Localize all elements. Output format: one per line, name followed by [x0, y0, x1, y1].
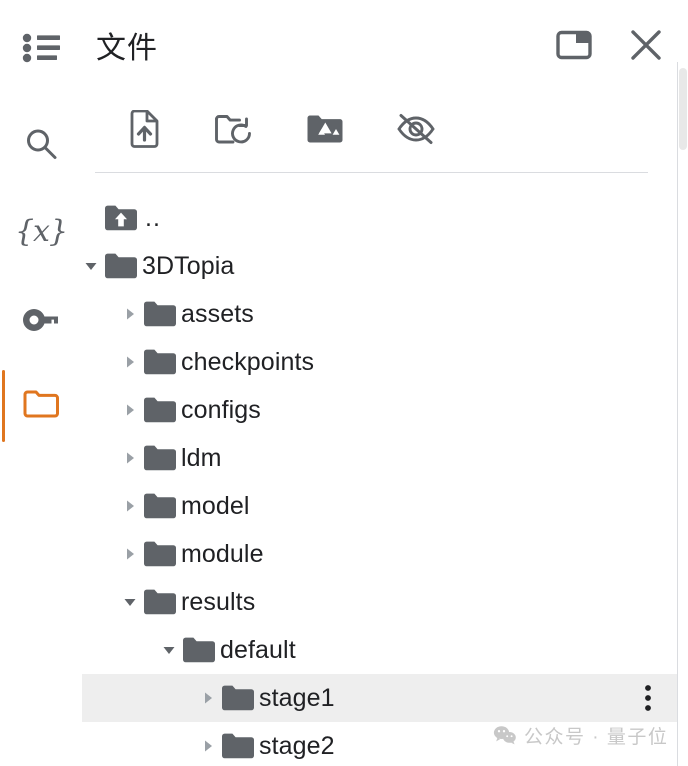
tree-row-ldm[interactable]: ldm: [80, 434, 678, 482]
tree-indent-spacer: [80, 626, 158, 674]
eye-off-icon: [396, 113, 436, 150]
key-icon: [22, 306, 60, 334]
tree-indent-spacer: [80, 290, 119, 338]
folder-icon: [102, 242, 140, 290]
tree-row-results[interactable]: results: [80, 578, 678, 626]
tree-row-label: checkpoints: [179, 347, 314, 377]
tree-row-label: default: [218, 635, 296, 665]
upload-file-button[interactable]: [116, 103, 172, 159]
tree-indent-spacer: [80, 386, 119, 434]
tree-row-checkpoints[interactable]: checkpoints: [80, 338, 678, 386]
tree-indent-spacer: [80, 530, 119, 578]
tree-row-label: ..: [140, 203, 161, 233]
tree-row-label: model: [179, 491, 250, 521]
folder-icon: [141, 578, 179, 626]
list-bullet-icon: [22, 33, 60, 63]
file-toolbar: [95, 103, 648, 159]
tree-row-label: assets: [179, 299, 254, 329]
tree-row-default[interactable]: default: [80, 626, 678, 674]
panel-right-divider: [677, 62, 678, 766]
braces-x-icon: {x}: [15, 217, 67, 247]
chevron-down-icon[interactable]: [119, 578, 141, 626]
chevron-right-icon[interactable]: [119, 482, 141, 530]
folder-refresh-icon: [214, 112, 254, 151]
file-tree: .. 3DTopia assets checkpoints configs ldm mode…: [0, 190, 678, 766]
folder-icon: [141, 290, 179, 338]
folder-icon: [180, 626, 218, 674]
toggle-hidden-files-button[interactable]: [388, 103, 444, 159]
tree-row-module[interactable]: module: [80, 530, 678, 578]
tree-row-label: configs: [179, 395, 261, 425]
tree-row-stage1[interactable]: stage1: [80, 674, 678, 722]
chevron-down-icon[interactable]: [158, 626, 180, 674]
folder-icon: [141, 386, 179, 434]
rail-item-table-of-contents[interactable]: [0, 20, 82, 76]
tree-row-label: 3DTopia: [140, 251, 234, 281]
rail-item-files[interactable]: [0, 376, 82, 432]
vertical-scrollbar-thumb[interactable]: [679, 68, 687, 150]
tree-indent-spacer: [80, 434, 119, 482]
mount-drive-button[interactable]: [297, 103, 353, 159]
tree-row-label: results: [179, 587, 255, 617]
tree-row-stage2[interactable]: stage2: [80, 722, 678, 766]
close-icon: [629, 28, 663, 67]
folder-icon: [22, 388, 60, 420]
chevron-right-icon[interactable]: [197, 722, 219, 766]
tree-row-label: stage1: [257, 683, 335, 713]
folder-icon: [141, 434, 179, 482]
chevron-right-icon[interactable]: [119, 386, 141, 434]
close-window-button[interactable]: [622, 23, 670, 71]
chevron-right-icon[interactable]: [119, 290, 141, 338]
tree-row-label: stage2: [257, 731, 335, 761]
tree-row-configs[interactable]: configs: [80, 386, 678, 434]
left-rail: {x}: [0, 0, 82, 766]
toolbar-divider: [95, 172, 648, 173]
tree-row-3DTopia[interactable]: 3DTopia: [80, 242, 678, 290]
google-drive-folder-icon: [306, 113, 344, 150]
folder-icon: [141, 530, 179, 578]
search-icon: [23, 126, 59, 162]
folder-icon: [141, 482, 179, 530]
rail-item-secrets[interactable]: [0, 292, 82, 348]
tree-indent-spacer: [80, 482, 119, 530]
folder-icon: [141, 338, 179, 386]
tree-row-label: ldm: [179, 443, 222, 473]
chevron-down-icon[interactable]: [80, 242, 102, 290]
rail-item-variables[interactable]: {x}: [0, 204, 82, 260]
tree-row-label: module: [179, 539, 264, 569]
tree-row-dotdotdotdot[interactable]: ..: [80, 194, 678, 242]
chevron-right-icon[interactable]: [197, 674, 219, 722]
tree-indent-spacer: [80, 722, 197, 766]
tree-row-model[interactable]: model: [80, 482, 678, 530]
chevron-right-icon[interactable]: [119, 338, 141, 386]
tree-indent-spacer: [80, 338, 119, 386]
restore-window-icon: [556, 30, 592, 65]
restore-window-button[interactable]: [550, 23, 598, 71]
more-vertical-icon[interactable]: [628, 674, 668, 722]
tree-row-assets[interactable]: assets: [80, 290, 678, 338]
file-upload-icon: [128, 110, 160, 153]
folder-icon: [219, 674, 257, 722]
rail-item-search[interactable]: [0, 116, 82, 172]
refresh-folder-button[interactable]: [206, 103, 262, 159]
folder-up-icon: [102, 194, 140, 242]
chevron-right-icon[interactable]: [119, 530, 141, 578]
active-rail-indicator: [2, 370, 5, 442]
page-title: 文件: [96, 30, 158, 68]
tree-indent-spacer: [80, 578, 119, 626]
chevron-right-icon[interactable]: [119, 434, 141, 482]
folder-icon: [219, 722, 257, 766]
tree-indent-spacer: [80, 674, 197, 722]
